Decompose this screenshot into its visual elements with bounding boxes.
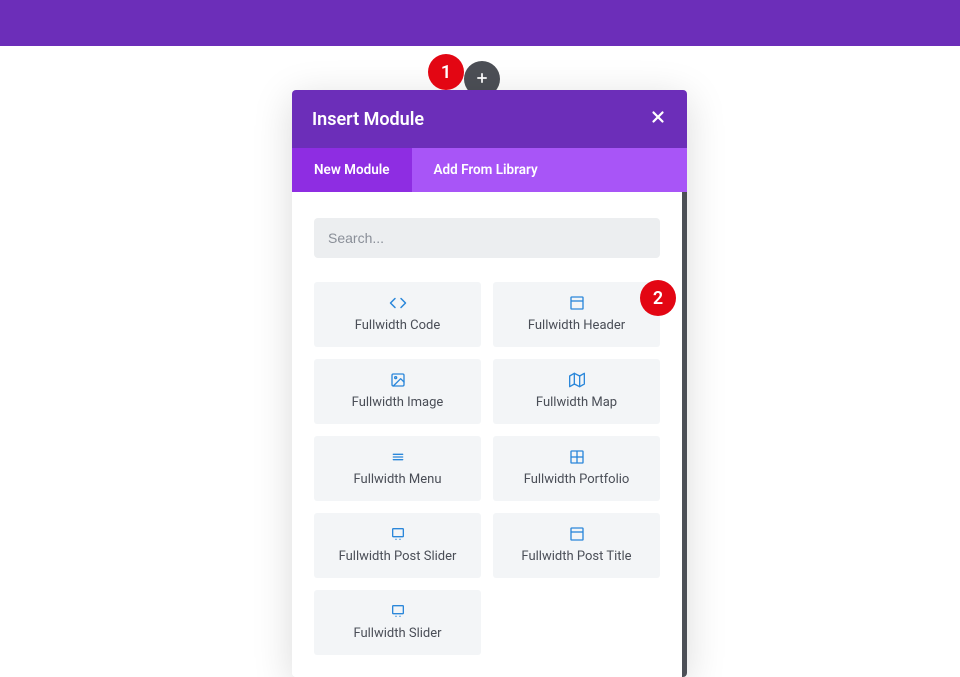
module-label: Fullwidth Map [536,395,617,410]
module-label: Fullwidth Menu [353,472,441,487]
modal-title: Insert Module [312,109,424,130]
module-fullwidth-portfolio[interactable]: Fullwidth Portfolio [493,436,660,501]
close-button[interactable] [649,108,667,130]
modal-header: Insert Module [292,90,687,148]
menu-icon [390,448,406,466]
search-input[interactable] [314,218,660,258]
module-fullwidth-code[interactable]: Fullwidth Code [314,282,481,347]
module-label: Fullwidth Portfolio [524,472,630,487]
module-grid: Fullwidth Code Fullwidth Header Fullwidt… [314,282,660,655]
post-slider-icon [390,525,406,543]
tab-add-from-library[interactable]: Add From Library [412,148,560,192]
module-label: Fullwidth Post Title [521,549,631,564]
module-fullwidth-header[interactable]: Fullwidth Header [493,282,660,347]
plus-icon [475,70,489,89]
annotation-badge-1: 1 [428,54,464,90]
module-fullwidth-post-slider[interactable]: Fullwidth Post Slider [314,513,481,578]
map-icon [569,371,585,389]
code-icon [389,294,407,312]
tab-new-module[interactable]: New Module [292,148,412,192]
module-fullwidth-image[interactable]: Fullwidth Image [314,359,481,424]
image-icon [390,371,406,389]
module-fullwidth-slider[interactable]: Fullwidth Slider [314,590,481,655]
header-icon [569,294,585,312]
slider-icon [390,602,406,620]
module-label: Fullwidth Image [352,395,444,410]
module-fullwidth-menu[interactable]: Fullwidth Menu [314,436,481,501]
portfolio-icon [569,448,585,466]
insert-module-modal: Insert Module New Module Add From Librar… [292,90,687,677]
annotation-badge-2: 2 [640,280,676,316]
module-label: Fullwidth Header [528,318,625,333]
modal-body: Fullwidth Code Fullwidth Header Fullwidt… [292,192,687,677]
module-fullwidth-map[interactable]: Fullwidth Map [493,359,660,424]
top-purple-bar [0,0,960,46]
module-label: Fullwidth Code [355,318,441,333]
module-label: Fullwidth Slider [353,626,441,641]
close-icon [649,108,667,130]
modal-tabs: New Module Add From Library [292,148,687,192]
post-title-icon [569,525,585,543]
module-fullwidth-post-title[interactable]: Fullwidth Post Title [493,513,660,578]
module-label: Fullwidth Post Slider [339,549,457,564]
